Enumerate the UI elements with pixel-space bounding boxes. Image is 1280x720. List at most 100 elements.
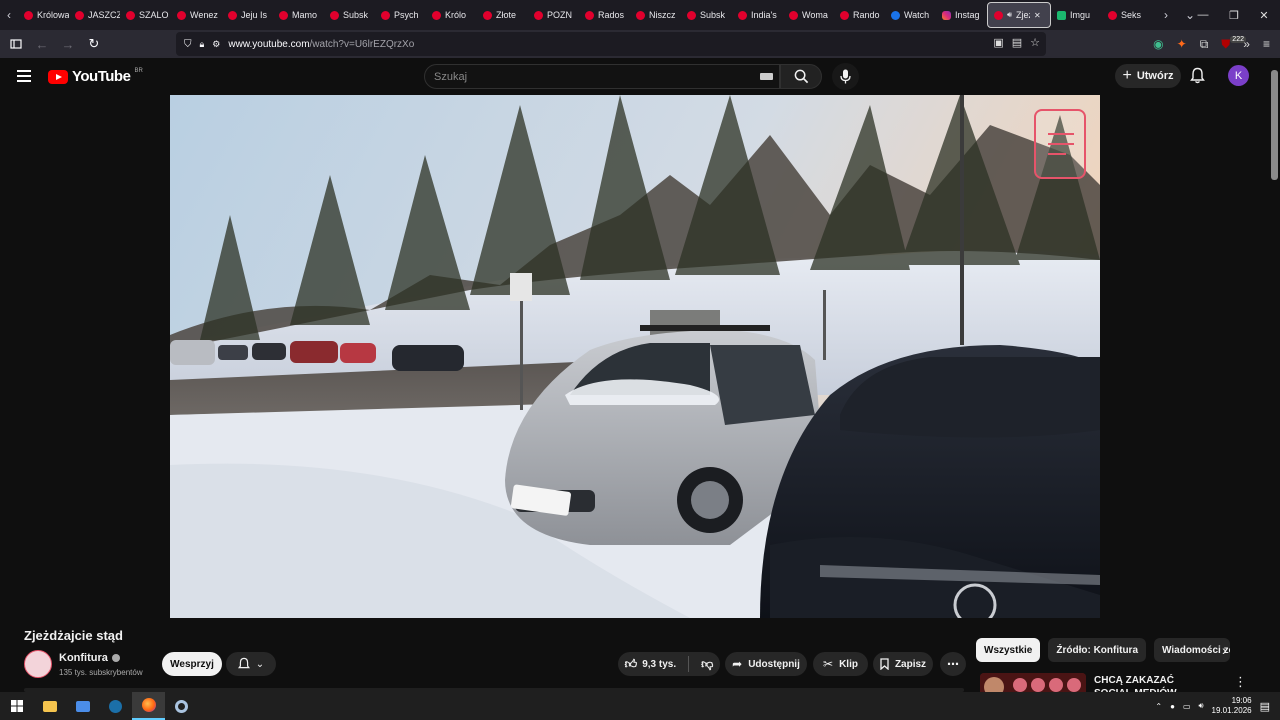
youtube-logo[interactable]: YouTube BR	[48, 68, 143, 85]
browser-tab[interactable]: Subsk	[324, 2, 375, 28]
settings-gear-icon[interactable]	[165, 692, 198, 720]
extension-shield-icon[interactable]: ◉	[1153, 37, 1163, 51]
lock-icon[interactable]: 🔒︎	[200, 39, 205, 50]
tab-close-icon[interactable]: ✕	[1034, 11, 1041, 20]
minimize-button[interactable]: —	[1187, 0, 1219, 30]
clock[interactable]: 19:06 19.01.2026	[1212, 696, 1252, 716]
browser-tab[interactable]: Watch	[885, 2, 936, 28]
microphone-tray-icon[interactable]: ●	[1170, 702, 1175, 711]
search-input[interactable]: Szukaj	[424, 64, 780, 89]
search-button[interactable]	[780, 64, 822, 89]
recommended-more-icon[interactable]: ⋮	[1234, 674, 1247, 690]
share-button[interactable]: ➦ Udostępnij	[725, 652, 807, 676]
notifications-icon[interactable]: ▤	[1260, 700, 1270, 713]
network-icon[interactable]: ▭	[1183, 702, 1191, 711]
tab-label: Królowa	[37, 10, 69, 20]
close-window-button[interactable]: ✕	[1248, 0, 1280, 30]
save-button[interactable]: Zapisz	[873, 652, 933, 676]
page-permissions-icon[interactable]: ⚙	[212, 39, 220, 50]
notifications-bell-icon[interactable]	[1190, 67, 1205, 89]
subscription-notifications-button[interactable]: ⌄	[226, 652, 276, 676]
browser-tab[interactable]: Wenez	[171, 2, 222, 28]
video-player[interactable]	[170, 95, 1100, 618]
browser-tab[interactable]: Rando	[834, 2, 885, 28]
url-text[interactable]: www.youtube.com/watch?v=U6lrEZQrzXo	[228, 39, 414, 50]
chip-source-channel[interactable]: Źródło: Konfitura	[1048, 638, 1147, 662]
keyboard-icon[interactable]	[760, 73, 773, 80]
browser-tab[interactable]: Niszcz	[630, 2, 681, 28]
channel-name-link[interactable]: Konfitura	[59, 652, 120, 664]
browser-tab[interactable]: Mamo	[273, 2, 324, 28]
steam-icon[interactable]	[99, 692, 132, 720]
more-actions-button[interactable]: ⋯	[940, 652, 966, 676]
bookmark-star-icon[interactable]: ☆	[1030, 36, 1040, 49]
chip-all[interactable]: Wszystkie	[976, 638, 1041, 662]
channel-avatar[interactable]	[24, 650, 52, 678]
reader-view-icon[interactable]: ▤	[1012, 36, 1022, 49]
chips-next-arrow-icon[interactable]: ›	[1222, 642, 1227, 658]
page-scrollbar[interactable]	[1269, 58, 1280, 692]
tab-label: Rando	[853, 10, 880, 20]
picture-in-picture-icon[interactable]: ▣	[993, 36, 1003, 49]
sidebar-toggle-icon[interactable]	[4, 32, 28, 56]
tab-label: Wenez	[190, 10, 218, 20]
tracking-shield-icon[interactable]: ⛉	[184, 39, 192, 50]
guide-menu-icon[interactable]	[17, 70, 31, 82]
app-menu-icon[interactable]: ≡	[1263, 37, 1270, 51]
account-avatar[interactable]: K	[1228, 65, 1249, 86]
channel-watermark-icon[interactable]	[1034, 109, 1086, 179]
support-button[interactable]: Wesprzyj	[162, 652, 222, 676]
tabs-scroll-left-icon[interactable]: ‹	[0, 0, 18, 30]
browser-tab[interactable]: JASZCZ	[69, 2, 120, 28]
imgur-icon	[1057, 10, 1066, 20]
youtube-icon	[126, 10, 135, 20]
browser-tab[interactable]: Złote	[477, 2, 528, 28]
browser-tab[interactable]: Rados	[579, 2, 630, 28]
create-button[interactable]: + Utwórz	[1115, 64, 1181, 88]
browser-tab[interactable]: Imgu	[1051, 2, 1102, 28]
clip-button[interactable]: ✂ Klip	[813, 652, 868, 676]
browser-tab[interactable]: Woma	[783, 2, 834, 28]
extension-fox-icon[interactable]: ✦	[1177, 37, 1187, 51]
browser-tab[interactable]: POZN	[528, 2, 579, 28]
voice-search-button[interactable]	[832, 63, 859, 90]
extension-ublock-icon[interactable]: ⛊ 222	[1221, 35, 1246, 52]
browser-tab[interactable]: Subsk	[681, 2, 732, 28]
dislike-button[interactable]: 👎︎	[701, 657, 713, 672]
scrollbar-thumb[interactable]	[1271, 70, 1278, 180]
browser-tab[interactable]: Instag	[936, 2, 987, 28]
firefox-icon[interactable]	[132, 692, 165, 720]
url-host: www.youtube.com	[228, 38, 310, 50]
back-button[interactable]: ←	[30, 32, 54, 56]
remote-desktop-icon[interactable]	[66, 692, 99, 720]
tab-label: Rados	[598, 10, 625, 20]
like-button[interactable]: 👍︎ 9,3 tys.	[625, 657, 676, 672]
browser-tab[interactable]: Jeju Is	[222, 2, 273, 28]
tab-label: POZN	[547, 10, 573, 20]
chip-news[interactable]: Wiadomości ze ś	[1154, 638, 1231, 662]
restore-button[interactable]: ❐	[1218, 0, 1250, 30]
browser-tab[interactable]: Królo	[426, 2, 477, 28]
browser-tab[interactable]: India's	[732, 2, 783, 28]
browser-tab[interactable]: Królowa	[18, 2, 69, 28]
plus-icon: +	[1122, 67, 1132, 84]
volume-icon[interactable]: 🔊︎	[1199, 701, 1204, 711]
tab-active[interactable]: 🔊︎ Zjeż ✕	[987, 2, 1051, 28]
browser-tab[interactable]: SZALO	[120, 2, 171, 28]
extensions-puzzle-icon[interactable]: ⧉	[1200, 37, 1209, 52]
tray-overflow-icon[interactable]: ⌃	[1155, 702, 1162, 711]
file-explorer-icon[interactable]	[33, 692, 66, 720]
create-label: Utwórz	[1136, 70, 1174, 82]
browser-tab[interactable]: Seks	[1102, 2, 1153, 28]
forward-button[interactable]: →	[56, 32, 80, 56]
recommended-video-thumbnail[interactable]	[980, 673, 1086, 692]
url-bar[interactable]: ⛉ 🔒︎ ⚙ www.youtube.com/watch?v=U6lrEZQrz…	[176, 32, 1046, 56]
recommended-video-title[interactable]: CHCĄ ZAKAZAĆ SOCIAL MEDIÓW DZIECIOM	[1094, 674, 1214, 692]
browser-tab[interactable]: Psych	[375, 2, 426, 28]
tab-label: Niszcz	[649, 10, 676, 20]
youtube-icon	[585, 10, 594, 20]
windows-start-icon[interactable]	[0, 692, 33, 720]
tabs-scroll-right-icon[interactable]: ›	[1157, 0, 1175, 30]
tab-audio-icon[interactable]: 🔊︎	[1007, 10, 1012, 20]
reload-button[interactable]: ↻	[82, 32, 106, 56]
